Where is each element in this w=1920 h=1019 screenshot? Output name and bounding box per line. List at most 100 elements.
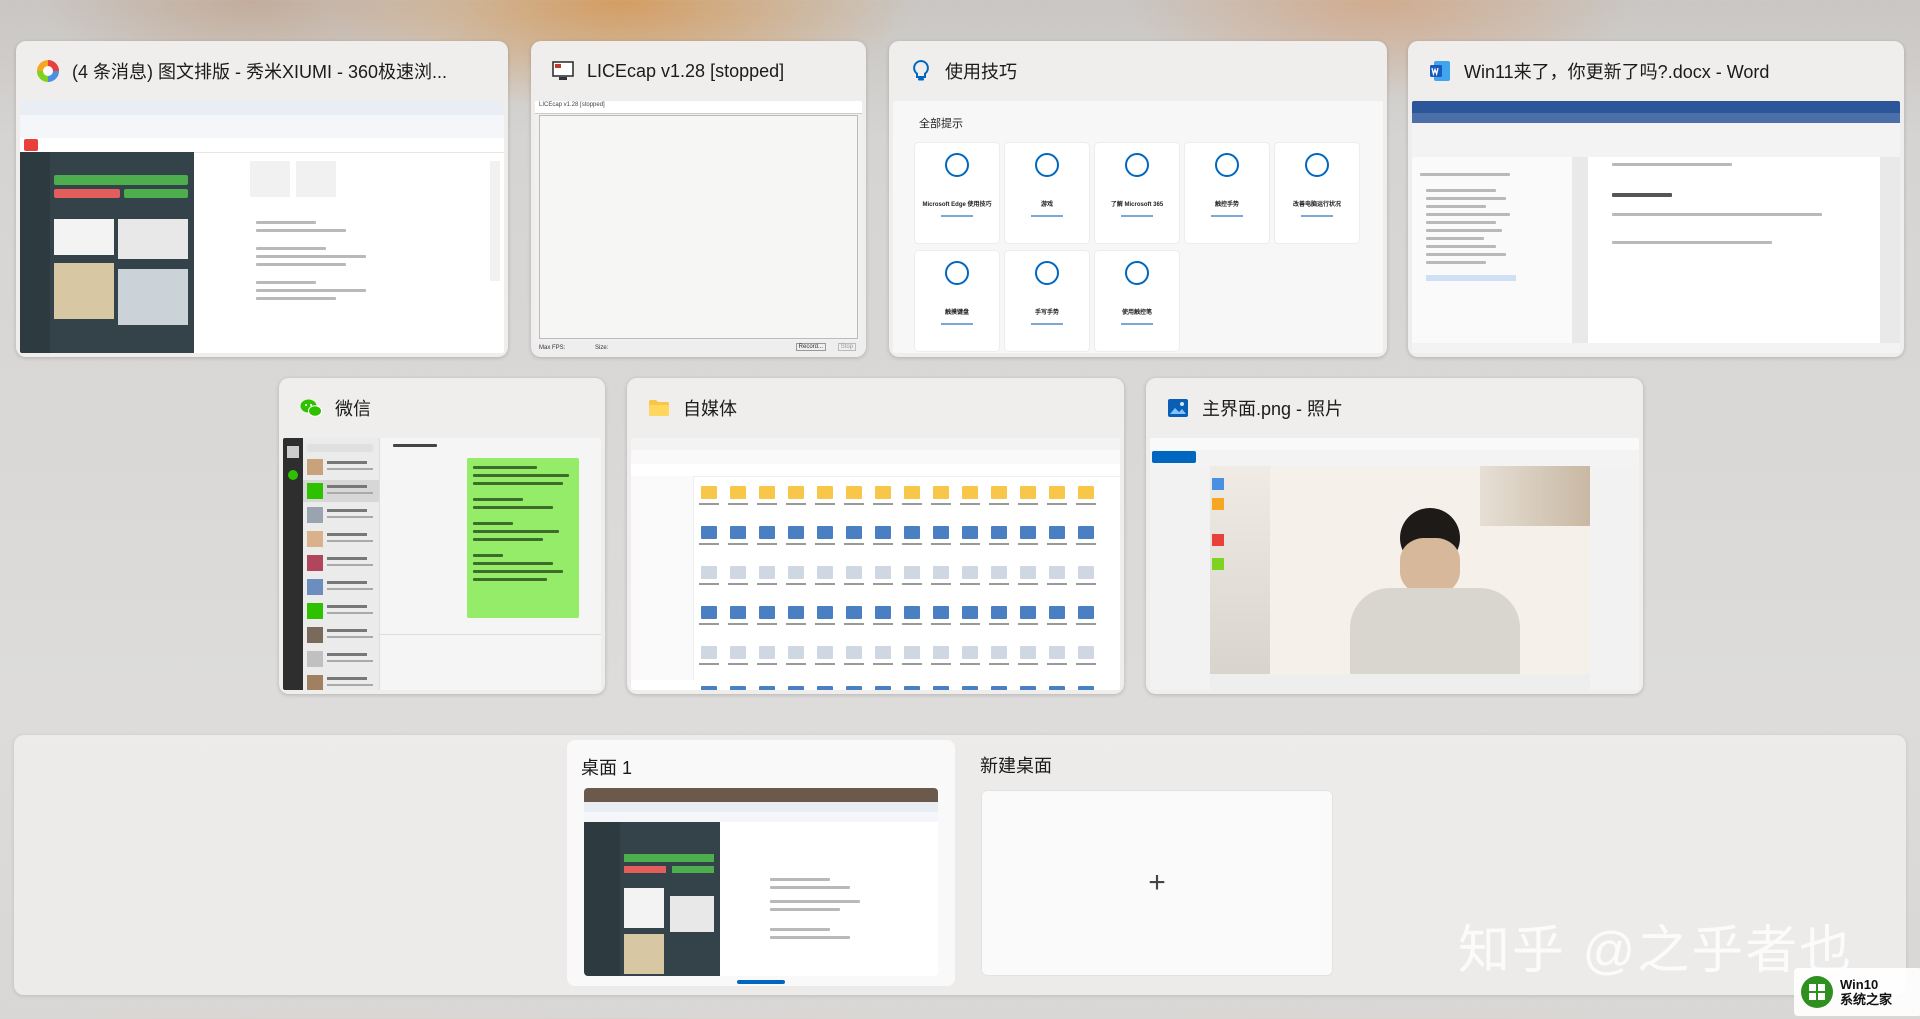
file-item [1049, 566, 1065, 579]
badge-line-2: 系统之家 [1840, 992, 1893, 1007]
file-item [788, 606, 804, 619]
folder-item [759, 486, 775, 499]
file-item-label [699, 623, 719, 625]
folder-item [730, 486, 746, 499]
file-item [875, 646, 891, 659]
desktop-1[interactable]: 桌面 1 [567, 740, 955, 986]
file-item [933, 646, 949, 659]
window-card-word[interactable]: Win11来了，你更新了吗?.docx - Word [1408, 41, 1904, 357]
file-item [904, 566, 920, 579]
file-item [1078, 566, 1094, 579]
file-item [701, 566, 717, 579]
window-title-bar: Win11来了，你更新了吗?.docx - Word [1408, 41, 1904, 101]
new-desktop-label: 新建桌面 [980, 756, 1052, 776]
window-card-wechat[interactable]: 微信 [279, 378, 605, 694]
tip-card-link [1031, 323, 1063, 325]
tip-card-link [941, 215, 973, 217]
file-item-label [873, 623, 893, 625]
tip-card-label: 手写手势 [1034, 310, 1059, 316]
chat-avatar [307, 651, 323, 667]
file-item-label [1018, 623, 1038, 625]
file-item-label [1018, 503, 1038, 505]
tip-card-icon [1035, 153, 1059, 177]
chat-avatar [307, 675, 323, 690]
file-item [962, 646, 978, 659]
chat-preview-line [327, 485, 367, 488]
tip-card-label: 触控手势 [1214, 202, 1239, 208]
chat-preview-line [327, 605, 367, 608]
licecap-fps-label: Max FPS: [539, 345, 566, 351]
window-title-bar: 微信 [279, 378, 605, 438]
tip-card-icon [1125, 153, 1149, 177]
desktop-1-preview [584, 788, 938, 976]
plus-icon: + [1148, 866, 1166, 899]
file-item-label [989, 503, 1009, 505]
file-item-label [1076, 583, 1096, 585]
file-item-label [989, 583, 1009, 585]
file-item-label [757, 503, 777, 505]
tip-card-label: 触摸键盘 [944, 310, 969, 316]
chat-list-item [303, 672, 379, 690]
file-item-label [786, 503, 806, 505]
tip-card: Microsoft Edge 使用技巧 [915, 143, 999, 243]
window-card-explorer[interactable]: 自媒体 [627, 378, 1124, 694]
file-item [1049, 686, 1065, 690]
chat-preview-line [327, 516, 373, 518]
file-item-label [728, 503, 748, 505]
file-item [701, 686, 717, 690]
file-item [759, 526, 775, 539]
window-title: LICEcap v1.28 [stopped] [587, 60, 785, 81]
file-item [933, 566, 949, 579]
file-item-label [1018, 663, 1038, 665]
file-item [1020, 646, 1036, 659]
tip-card-link [1211, 215, 1243, 217]
window-card-browser[interactable]: (4 条消息) 图文排版 - 秀米XIUMI - 360极速浏... [16, 41, 508, 357]
file-item [1020, 686, 1036, 690]
file-item [788, 566, 804, 579]
tip-card: 了解 Microsoft 365 [1095, 143, 1179, 243]
window-card-photos[interactable]: 主界面.png - 照片 [1146, 378, 1643, 694]
file-item [846, 566, 862, 579]
file-item-label [728, 663, 748, 665]
file-item [1020, 566, 1036, 579]
file-item-label [757, 543, 777, 545]
file-item [1078, 686, 1094, 690]
window-title-bar: 自媒体 [627, 378, 1124, 438]
file-item-label [757, 663, 777, 665]
file-item-label [844, 623, 864, 625]
file-item [904, 686, 920, 690]
file-item-label [1047, 663, 1067, 665]
window-title: (4 条消息) 图文排版 - 秀米XIUMI - 360极速浏... [72, 62, 448, 82]
tip-card: 游戏 [1005, 143, 1089, 243]
file-item [875, 686, 891, 690]
chat-avatar [307, 555, 323, 571]
file-item [991, 566, 1007, 579]
file-item-label [931, 583, 951, 585]
folder-item [701, 486, 717, 499]
badge-line-1: Win10 [1840, 977, 1879, 992]
new-desktop-button[interactable]: + [981, 790, 1333, 976]
licecap-icon [552, 61, 574, 80]
file-item [933, 606, 949, 619]
window-preview: 全部提示 Microsoft Edge 使用技巧 游戏 了解 Microsoft 3… [893, 101, 1383, 353]
window-title-bar: 主界面.png - 照片 [1146, 378, 1643, 438]
tip-card: 改善电脑运行状况 [1275, 143, 1359, 243]
chat-preview-line [327, 461, 367, 464]
file-item [904, 526, 920, 539]
window-card-tips[interactable]: 使用技巧 全部提示 Microsoft Edge 使用技巧 游戏 了解 Micros… [889, 41, 1387, 357]
file-item [817, 566, 833, 579]
tip-card-icon [945, 261, 969, 285]
window-card-licecap[interactable]: LICEcap v1.28 [stopped] LICEcap v1.28 [s… [531, 41, 866, 357]
chat-avatar [307, 627, 323, 643]
file-item-label [931, 503, 951, 505]
file-item [759, 566, 775, 579]
file-item-label [960, 623, 980, 625]
file-item-label [815, 543, 835, 545]
window-title: Win11来了，你更新了吗?.docx - Word [1464, 62, 1770, 82]
tip-card-link [1031, 215, 1063, 217]
tip-card-label: 改善电脑运行状况 [1292, 202, 1341, 208]
file-item [1049, 606, 1065, 619]
file-item [701, 606, 717, 619]
file-item-label [1047, 543, 1067, 545]
tip-card-link [941, 323, 973, 325]
